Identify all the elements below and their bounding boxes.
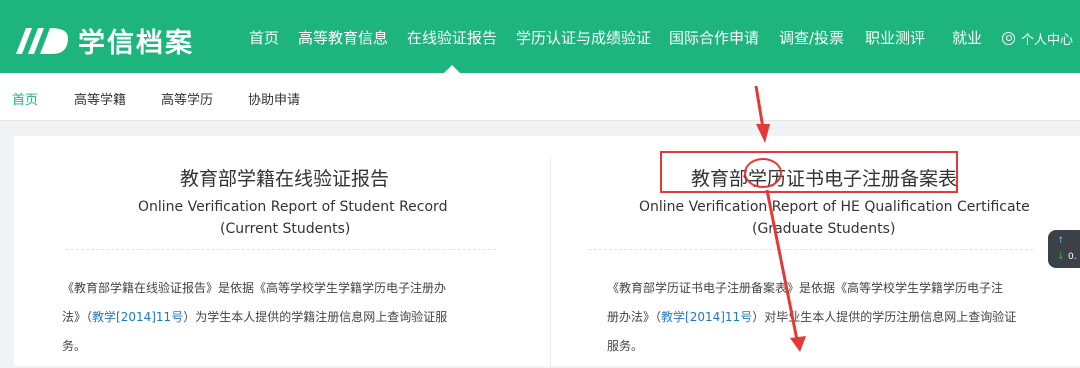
subnav-student-record[interactable]: 高等学籍	[74, 89, 126, 108]
subnav-degree[interactable]: 高等学历	[161, 89, 213, 108]
nav-career-assessment[interactable]: 职业测评	[865, 27, 925, 48]
subnav-assist-apply[interactable]: 协助申请	[248, 89, 300, 108]
degree-certificate-rule	[589, 249, 1033, 250]
nav-home[interactable]: 首页	[249, 27, 279, 48]
download-arrow-icon: ↓	[1057, 252, 1065, 262]
nav-employment[interactable]: 就业	[952, 27, 982, 48]
upload-arrow-icon: ↑	[1057, 236, 1065, 246]
regulation-link[interactable]: 教学[2014]11号	[92, 310, 183, 324]
logo-mark-icon	[16, 28, 68, 54]
degree-certificate-subtitle-type: (Graduate Students)	[752, 221, 896, 237]
nav-higher-education-info[interactable]: 高等教育信息	[298, 27, 388, 48]
student-record-title[interactable]: 教育部学籍在线验证报告	[180, 164, 389, 191]
logo[interactable]: 学信档案	[12, 20, 194, 59]
student-record-desc-line-2: 法》（教学[2014]11号）为学生本人提供的学籍注册信息网上查询验证服	[62, 310, 448, 324]
nav-survey-vote[interactable]: 调查/投票	[779, 27, 844, 48]
annotation-highlight-circle	[744, 158, 782, 188]
degree-certificate-description: 《教育部学历证书电子注册备案表》是依据《高等学校学生学籍学历电子注 册办法》（教…	[607, 274, 1047, 361]
floating-speed-widget[interactable]: ↑ ↓ 0.	[1048, 230, 1080, 268]
student-record-subtitle-type: (Current Students)	[220, 221, 351, 237]
student-record-rule	[66, 249, 496, 250]
nav-degree-certification[interactable]: 学历认证与成绩验证	[516, 27, 651, 48]
logo-text: 学信档案	[78, 28, 194, 59]
user-center-link[interactable]: 个人中心	[1002, 29, 1073, 48]
degree-certificate-desc-line-2: 册办法》（教学[2014]11号）对毕业生本人提供的学历注册信息网上查询验证	[607, 310, 1017, 324]
student-record-description: 《教育部学籍在线验证报告》是依据《高等学校学生学籍学历电子注册办 法》（教学[2…	[62, 274, 502, 361]
student-record-desc-line-3: 务。	[62, 339, 87, 353]
sub-nav: 首页 高等学籍 高等学历 协助申请	[0, 73, 1080, 121]
student-record-subtitle-en: Online Verification Report of Student Re…	[138, 199, 448, 215]
subnav-home[interactable]: 首页	[12, 89, 38, 108]
top-header: 学信档案 首页 高等教育信息 在线验证报告 学历认证与成绩验证 国际合作申请 调…	[0, 0, 1080, 73]
degree-certificate-subtitle-en: Online Verification Report of HE Qualifi…	[639, 199, 1030, 215]
regulation-link-2[interactable]: 教学[2014]11号	[661, 310, 752, 324]
degree-certificate-desc-line-1: 《教育部学历证书电子注册备案表》是依据《高等学校学生学籍学历电子注	[607, 281, 1004, 295]
degree-certificate-desc-line-3: 服务。	[607, 339, 644, 353]
column-divider	[550, 158, 551, 368]
nav-international-cooperation[interactable]: 国际合作申请	[669, 27, 759, 48]
user-center-label: 个人中心	[1021, 33, 1074, 48]
annotation-highlight-box	[660, 151, 958, 193]
nav-online-verification-report[interactable]: 在线验证报告	[407, 27, 497, 73]
user-icon	[1002, 32, 1015, 45]
student-record-desc-line-1: 《教育部学籍在线验证报告》是依据《高等学校学生学籍学历电子注册办	[62, 281, 447, 295]
floating-widget-value: 0.	[1068, 252, 1077, 262]
